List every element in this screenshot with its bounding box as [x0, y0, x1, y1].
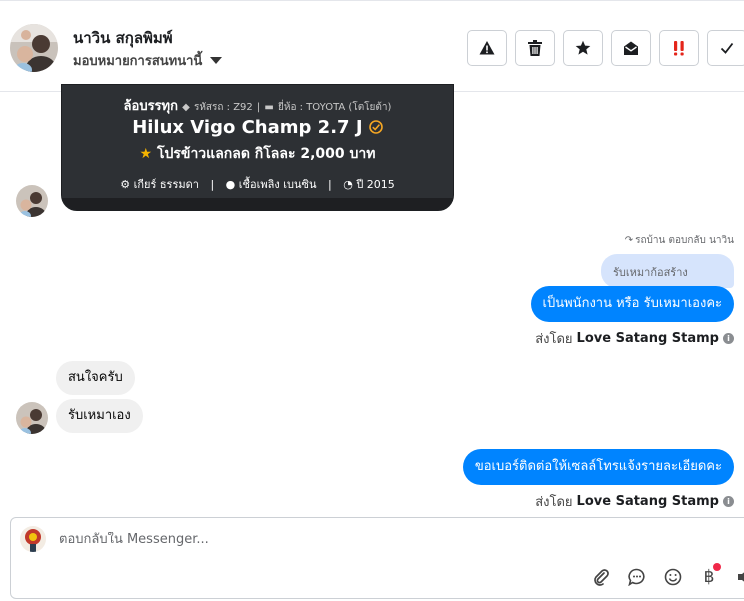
verified-icon [368, 120, 383, 134]
outgoing-message[interactable]: ขอเบอร์ติดต่อให้เซลล์โทรแจ้งรายละเอียดคะ [462, 449, 734, 485]
page-avatar [20, 526, 46, 552]
saved-replies-button[interactable] [625, 565, 649, 589]
exclamation-icon [674, 41, 684, 56]
gear-icon: ⚙ [120, 178, 131, 191]
warning-icon [479, 41, 495, 55]
baht-icon: ฿ [703, 567, 715, 587]
outgoing-message[interactable]: เป็นพนักงาน หรือ รับเหมาเองคะ [530, 286, 734, 322]
contact-avatar-small[interactable] [16, 402, 48, 434]
important-button[interactable] [659, 30, 699, 66]
card-model-row: Hilux Vigo Champ 2.7 J [62, 117, 453, 138]
sent-by-name: Love Satang Stamp [576, 494, 719, 509]
sent-by-name: Love Satang Stamp [576, 331, 719, 346]
card-brand: ยี่ห้อ : TOYOTA (โตโยต้า) [278, 102, 392, 113]
spam-button[interactable] [467, 30, 507, 66]
reply-input[interactable] [59, 532, 559, 547]
card-year: ปี 2015 [356, 178, 395, 191]
info-icon[interactable]: i [723, 496, 734, 507]
contact-name[interactable]: นาวิน สกุลพิมพ์ [73, 26, 173, 50]
quoted-message[interactable]: รับเหมาก้อสร้าง [601, 254, 734, 288]
incoming-message[interactable]: รับเหมาเอง [56, 399, 143, 433]
sent-by-label: ส่งโดย Love Satang Stamp i [535, 328, 734, 349]
product-card-message[interactable]: ล้อบรรทุก ◆ รหัสรถ : Z92 | ▬ ยี่ห้อ : TO… [61, 84, 454, 211]
assign-conversation-label: มอบหมายการสนทนานี้ [73, 54, 203, 69]
star-button[interactable] [563, 30, 603, 66]
card-code: รหัสรถ : Z92 [193, 102, 253, 113]
smiley-icon [664, 568, 682, 586]
reply-note-text: รถบ้าน ตอบกลับ นาวิน [635, 235, 734, 246]
sound-icon [738, 572, 744, 582]
emoji-button[interactable] [661, 565, 685, 589]
contact-avatar-small[interactable] [16, 185, 48, 217]
card-fuel: เชื้อเพลิง เบนซิน [238, 178, 317, 191]
attach-button[interactable] [589, 565, 613, 589]
delete-button[interactable] [515, 30, 555, 66]
info-icon[interactable]: i [723, 333, 734, 344]
sent-by-prefix: ส่งโดย [535, 332, 573, 347]
card-promo-row: ★ โปรข้าวแลกลด กิโลละ 2,000 บาท [62, 143, 453, 165]
check-icon [720, 42, 734, 54]
paperclip-icon [594, 569, 609, 586]
reply-composer: ฿ [10, 517, 744, 599]
star-icon [575, 40, 591, 55]
contact-avatar[interactable] [10, 24, 58, 72]
envelope-open-icon [624, 41, 638, 55]
card-promo: โปรข้าวแลกลด กิโลละ 2,000 บาท [156, 146, 376, 162]
trash-icon [528, 40, 542, 56]
sent-by-label: ส่งโดย Love Satang Stamp i [535, 491, 734, 512]
assign-conversation-dropdown[interactable]: มอบหมายการสนทนานี้ [73, 50, 223, 71]
audio-button[interactable] [733, 565, 744, 589]
notification-dot [713, 563, 721, 571]
card-footer [62, 198, 453, 210]
tag-icon: ◆ [182, 102, 190, 113]
reply-arrow-icon: ↷ [624, 235, 634, 246]
car-icon: ▬ [264, 102, 274, 113]
star-icon: ★ [139, 146, 153, 162]
messenger-conversation: นาวิน สกุลพิมพ์ มอบหมายการสนทนานี้ ล้อบร… [0, 0, 744, 601]
payment-button[interactable]: ฿ [697, 563, 721, 589]
sent-by-prefix: ส่งโดย [535, 495, 573, 510]
card-category: ล้อบรรทุก [123, 99, 178, 114]
reply-note: ↷ รถบ้าน ตอบกลับ นาวิน [625, 233, 734, 248]
card-specs-row: ⚙ เกียร์ ธรรมดา | ● เชื้อเพลิง เบนซิน | … [62, 175, 453, 193]
conversation-header: นาวิน สกุลพิมพ์ มอบหมายการสนทนานี้ [0, 0, 744, 92]
card-gear: เกียร์ ธรรมดา [133, 178, 199, 191]
divider: | [327, 178, 332, 191]
fuel-drop-icon: ● [225, 178, 236, 191]
divider: | [210, 178, 215, 191]
card-category-row: ล้อบรรทุก ◆ รหัสรถ : Z92 | ▬ ยี่ห้อ : TO… [62, 95, 453, 116]
divider: | [256, 102, 261, 113]
chevron-down-icon [210, 57, 223, 64]
speedometer-icon: ◔ [343, 178, 353, 191]
speech-bubble-icon [628, 568, 645, 586]
mark-unread-button[interactable] [611, 30, 651, 66]
card-model: Hilux Vigo Champ 2.7 J [132, 117, 363, 138]
done-button[interactable] [707, 30, 744, 66]
incoming-message[interactable]: สนใจครับ [56, 361, 135, 395]
